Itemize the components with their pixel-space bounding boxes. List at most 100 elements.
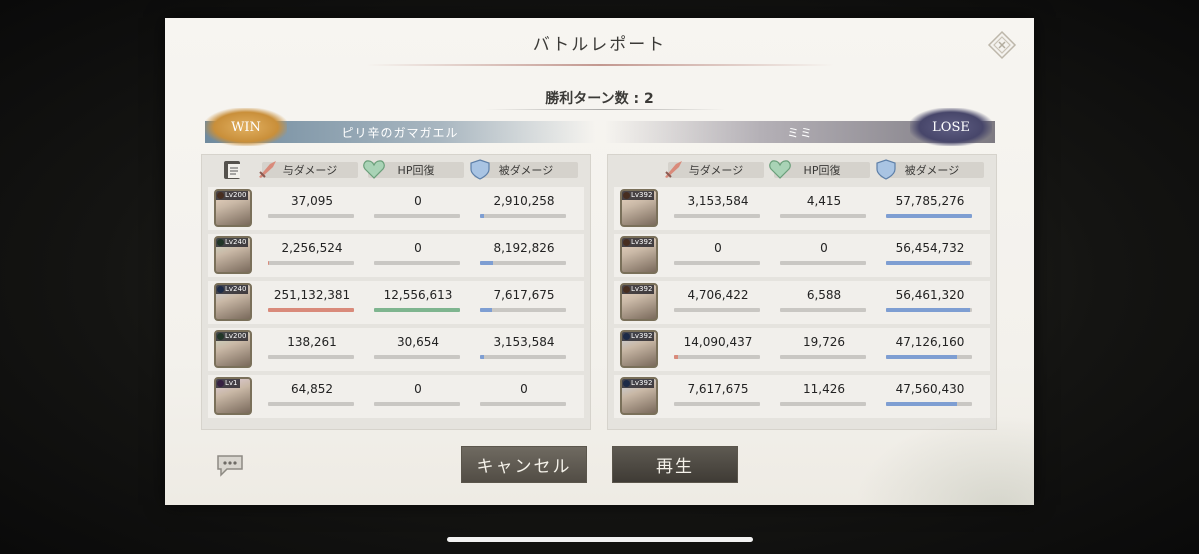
damage-dealt-bar <box>674 402 760 406</box>
damage-dealt-value: 2,256,524 <box>281 241 343 255</box>
close-icon[interactable] <box>987 30 1017 60</box>
damage-taken-value: 0 <box>520 382 528 396</box>
victory-turns: 勝利ターン数 : 2 <box>545 91 654 107</box>
damage-taken-value: 57,785,276 <box>895 194 965 208</box>
header-damage-taken: 被ダメージ <box>876 159 984 180</box>
character-row: Lv392 14,090,437 19,726 47,126,160 <box>614 328 990 371</box>
shield-icon <box>876 159 896 180</box>
damage-taken-value: 8,192,826 <box>493 241 555 255</box>
character-portrait[interactable]: Lv392 <box>620 377 658 415</box>
damage-dealt-bar <box>674 261 760 265</box>
character-level: Lv392 <box>622 238 655 247</box>
character-level: Lv1 <box>216 379 240 388</box>
dialog-title: バトルレポート <box>532 35 667 55</box>
hp-heal-value: 12,556,613 <box>383 288 453 302</box>
character-row: Lv392 0 0 56,454,732 <box>614 234 990 277</box>
header-damage-label: 与ダメージ <box>688 164 744 177</box>
home-indicator[interactable] <box>447 537 753 542</box>
character-level: Lv392 <box>622 285 655 294</box>
character-portrait[interactable]: Lv392 <box>620 236 658 274</box>
damage-taken-bar <box>480 402 566 406</box>
damage-taken-value: 56,461,320 <box>895 288 965 302</box>
damage-dealt-bar <box>674 355 760 359</box>
character-portrait[interactable]: Lv200 <box>214 330 252 368</box>
damage-taken-value: 47,560,430 <box>895 382 965 396</box>
damage-taken-fill <box>480 355 485 359</box>
character-portrait[interactable]: Lv200 <box>214 189 252 227</box>
document-stack-icon[interactable] <box>222 160 244 180</box>
hp-heal-value: 4,415 <box>806 194 842 208</box>
heart-icon <box>769 160 791 179</box>
damage-taken-fill <box>886 214 972 218</box>
damage-taken-fill <box>886 261 971 265</box>
chat-bubble-icon[interactable] <box>215 452 245 478</box>
hp-heal-value: 30,654 <box>397 335 439 349</box>
damage-taken-fill <box>480 261 493 265</box>
damage-taken-fill <box>480 214 485 218</box>
left-team-panel: 与ダメージ HP回復 被ダメージ Lv200 37,095 0 2,910,258 Lv… <box>201 154 591 430</box>
damage-dealt-bar <box>268 308 354 312</box>
damage-taken-fill <box>886 355 957 359</box>
damage-dealt-fill <box>674 355 679 359</box>
character-row: Lv200 37,095 0 2,910,258 <box>208 187 584 230</box>
damage-taken-bar <box>886 261 972 265</box>
hp-heal-value: 0 <box>414 241 422 255</box>
win-badge: WIN <box>205 108 287 146</box>
character-portrait[interactable]: Lv1 <box>214 377 252 415</box>
header-damage-dealt: 与ダメージ <box>665 161 764 178</box>
header-heal-label: HP回復 <box>397 164 435 177</box>
hp-heal-value: 0 <box>820 241 828 255</box>
character-row: Lv240 251,132,381 12,556,613 7,617,675 <box>208 281 584 324</box>
hp-heal-bar <box>374 308 460 312</box>
character-row: Lv392 4,706,422 6,588 56,461,320 <box>614 281 990 324</box>
header-damage-taken: 被ダメージ <box>470 159 578 180</box>
hp-heal-bar <box>374 214 460 218</box>
damage-dealt-value: 251,132,381 <box>273 288 351 302</box>
hp-heal-value: 19,726 <box>803 335 845 349</box>
damage-taken-bar <box>886 402 972 406</box>
shield-icon <box>470 159 490 180</box>
hp-heal-bar <box>374 402 460 406</box>
hp-heal-bar <box>780 355 866 359</box>
damage-taken-bar <box>886 355 972 359</box>
damage-taken-bar <box>480 308 566 312</box>
header-damage-dealt: 与ダメージ <box>259 161 358 178</box>
header-taken-label: 被ダメージ <box>498 164 554 177</box>
replay-button[interactable]: 再生 <box>612 446 738 483</box>
header-damage-label: 与ダメージ <box>282 164 338 177</box>
character-level: Lv392 <box>622 191 655 200</box>
character-level: Lv392 <box>622 379 655 388</box>
character-row: Lv392 3,153,584 4,415 57,785,276 <box>614 187 990 230</box>
title-divider <box>365 64 835 66</box>
damage-taken-fill <box>886 308 971 312</box>
damage-dealt-bar <box>268 402 354 406</box>
damage-taken-bar <box>480 214 566 218</box>
character-portrait[interactable]: Lv392 <box>620 189 658 227</box>
damage-dealt-bar <box>674 214 760 218</box>
character-level: Lv240 <box>216 238 249 247</box>
hp-heal-value: 0 <box>414 382 422 396</box>
damage-taken-fill <box>480 308 493 312</box>
character-portrait[interactable]: Lv240 <box>214 283 252 321</box>
damage-taken-value: 3,153,584 <box>493 335 555 349</box>
character-level: Lv200 <box>216 191 249 200</box>
cancel-button[interactable]: キャンセル <box>461 446 587 483</box>
hp-heal-bar <box>374 261 460 265</box>
hp-heal-value: 0 <box>414 194 422 208</box>
character-row: Lv392 7,617,675 11,426 47,560,430 <box>614 375 990 418</box>
damage-dealt-value: 3,153,584 <box>687 194 749 208</box>
damage-dealt-value: 138,261 <box>287 335 337 349</box>
character-portrait[interactable]: Lv392 <box>620 283 658 321</box>
damage-dealt-bar <box>268 355 354 359</box>
hp-heal-fill <box>374 308 460 312</box>
damage-dealt-fill <box>268 261 269 265</box>
damage-dealt-value: 64,852 <box>291 382 333 396</box>
right-team-panel: 与ダメージ HP回復 被ダメージ Lv392 3,153,584 4,415 57,7… <box>607 154 997 430</box>
character-portrait[interactable]: Lv392 <box>620 330 658 368</box>
character-portrait[interactable]: Lv240 <box>214 236 252 274</box>
damage-dealt-value: 37,095 <box>291 194 333 208</box>
damage-dealt-fill <box>268 308 354 312</box>
damage-taken-value: 2,910,258 <box>493 194 555 208</box>
character-row: Lv240 2,256,524 0 8,192,826 <box>208 234 584 277</box>
damage-dealt-value: 0 <box>714 241 722 255</box>
